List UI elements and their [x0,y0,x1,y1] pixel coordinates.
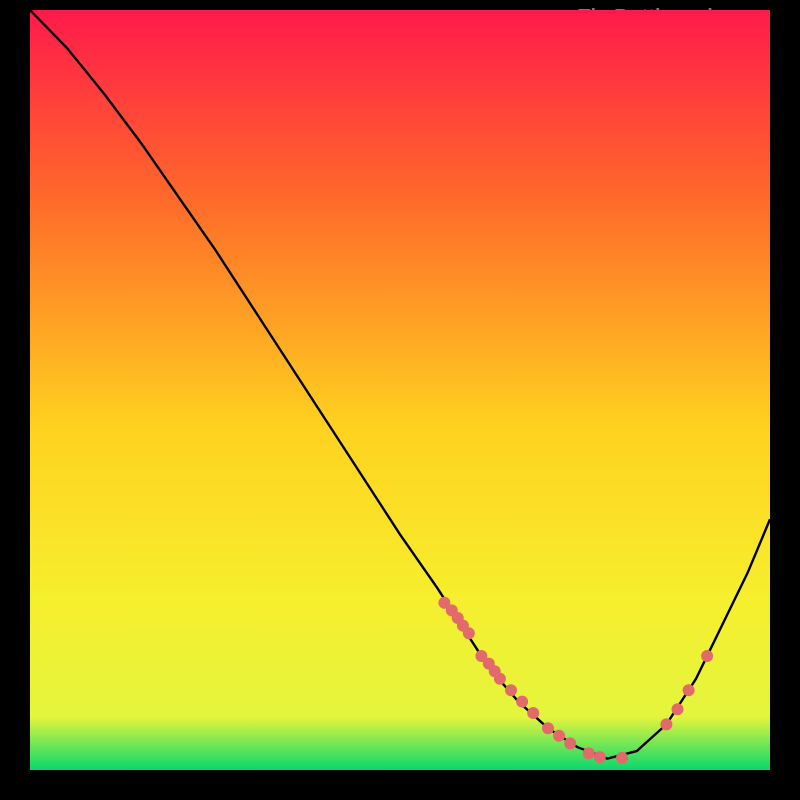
chart-background [30,10,770,770]
scatter-dot [616,752,628,764]
scatter-dot [564,737,576,749]
scatter-dot [553,730,565,742]
scatter-dot [583,747,595,759]
scatter-dot [594,751,606,763]
scatter-dot [527,707,539,719]
chart-frame [30,10,770,770]
scatter-dot [494,673,506,685]
bottleneck-chart [30,10,770,770]
scatter-dot [672,703,684,715]
scatter-dot [701,650,713,662]
scatter-dot [505,684,517,696]
scatter-dot [542,722,554,734]
scatter-dot [516,696,528,708]
scatter-dot [683,684,695,696]
scatter-dot [660,718,672,730]
scatter-dot [463,627,475,639]
